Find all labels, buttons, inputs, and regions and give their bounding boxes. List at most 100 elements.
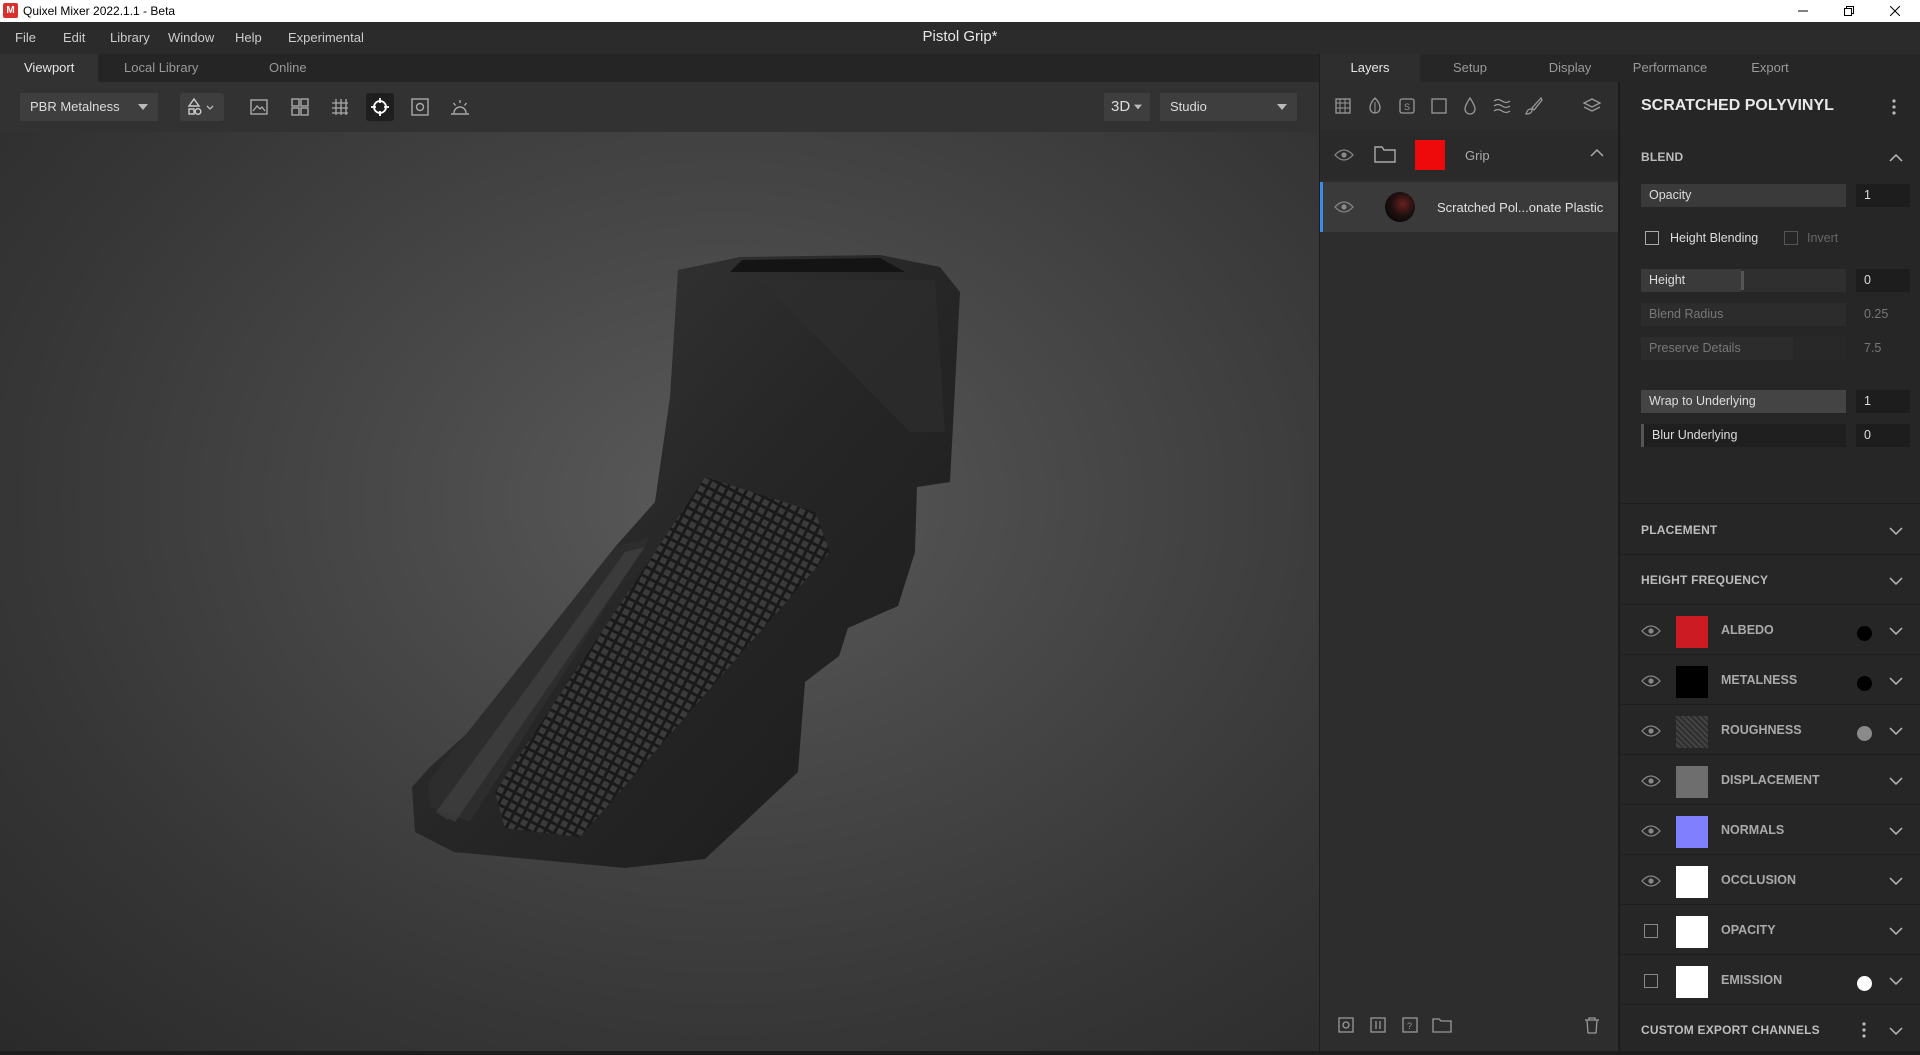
shapes-dropdown[interactable]	[180, 93, 224, 121]
eye-icon[interactable]	[1641, 824, 1661, 838]
layer-folder-grip[interactable]: Grip	[1320, 130, 1618, 180]
tab-viewport[interactable]: Viewport	[0, 54, 99, 82]
eye-icon[interactable]	[1641, 874, 1661, 888]
channel-enable-checkbox[interactable]	[1644, 974, 1658, 988]
solid-layer-icon[interactable]	[1335, 98, 1351, 114]
wrap-to-underlying-value[interactable]: 1	[1856, 390, 1910, 413]
chevron-down-icon[interactable]	[1889, 976, 1903, 986]
blend-radius-value[interactable]: 0.25	[1856, 303, 1910, 326]
minimize-button[interactable]	[1780, 0, 1826, 22]
delete-layer-icon[interactable]	[1584, 1016, 1600, 1034]
channel-value-dot[interactable]	[1857, 626, 1872, 641]
chevron-down-icon[interactable]	[1889, 1026, 1903, 1036]
3d-viewport[interactable]	[0, 132, 1319, 1051]
tab-performance[interactable]: Performance	[1620, 54, 1720, 82]
close-button[interactable]	[1872, 0, 1918, 22]
opacity-slider[interactable]: Opacity	[1641, 184, 1846, 207]
placement-section-title: PLACEMENT	[1641, 523, 1718, 537]
drop-icon[interactable]	[1463, 97, 1477, 115]
custom-export-channels-section[interactable]: CUSTOM EXPORT CHANNELS	[1620, 1005, 1920, 1055]
shading-mode-dropdown[interactable]: PBR Metalness	[20, 93, 158, 121]
tab-export[interactable]: Export	[1720, 54, 1820, 82]
chevron-up-icon[interactable]	[1590, 148, 1604, 158]
eye-icon[interactable]	[1334, 148, 1354, 162]
chevron-down-icon[interactable]	[1889, 826, 1903, 836]
chevron-down-icon[interactable]	[1889, 726, 1903, 736]
chevron-down-icon[interactable]	[1889, 776, 1903, 786]
add-mask-unknown-icon[interactable]: ?	[1402, 1017, 1418, 1033]
frame-toggle-button[interactable]	[406, 93, 434, 121]
eye-icon[interactable]	[1641, 724, 1661, 738]
channel-roughness[interactable]: ROUGHNESS	[1620, 705, 1920, 755]
channel-normals[interactable]: NORMALS	[1620, 805, 1920, 855]
eye-icon[interactable]	[1641, 624, 1661, 638]
channel-color-swatch[interactable]	[1676, 866, 1708, 898]
channel-value-dot[interactable]	[1857, 676, 1872, 691]
invert-checkbox[interactable]	[1784, 231, 1798, 245]
chevron-down-icon[interactable]	[1889, 676, 1903, 686]
height-value[interactable]: 0	[1856, 269, 1910, 292]
height-blending-checkbox[interactable]	[1645, 231, 1659, 245]
new-folder-icon[interactable]	[1432, 1017, 1452, 1033]
blend-radius-slider[interactable]: Blend Radius	[1641, 303, 1846, 326]
chevron-down-icon[interactable]	[1889, 926, 1903, 936]
layers-stack-icon[interactable]	[1583, 97, 1601, 115]
channel-value-dot[interactable]	[1857, 976, 1872, 991]
environment-dropdown[interactable]: Studio	[1160, 93, 1297, 121]
brush-icon[interactable]	[1525, 97, 1543, 115]
chevron-down-icon[interactable]	[1889, 526, 1903, 536]
chevron-down-icon[interactable]	[1889, 576, 1903, 586]
channel-color-swatch[interactable]	[1676, 666, 1708, 698]
channel-color-swatch[interactable]	[1676, 916, 1708, 948]
crosshair-toggle-button[interactable]	[366, 93, 394, 121]
channel-color-swatch[interactable]	[1676, 966, 1708, 998]
channel-displacement[interactable]: DISPLACEMENT	[1620, 755, 1920, 805]
chevron-up-icon[interactable]	[1889, 153, 1903, 163]
opacity-value[interactable]: 1	[1856, 184, 1910, 207]
eye-icon[interactable]	[1641, 674, 1661, 688]
chevron-down-icon[interactable]	[1889, 626, 1903, 636]
placement-section[interactable]: PLACEMENT	[1620, 505, 1920, 555]
tab-online[interactable]: Online	[245, 54, 331, 82]
chevron-down-icon[interactable]	[1889, 876, 1903, 886]
preserve-details-value[interactable]: 7.5	[1856, 337, 1910, 360]
view-mode-dropdown[interactable]: 3D	[1104, 93, 1150, 121]
channel-color-swatch[interactable]	[1676, 816, 1708, 848]
tab-local-library[interactable]: Local Library	[100, 54, 222, 82]
add-mask-stack-icon[interactable]	[1370, 1017, 1386, 1033]
image-view-button[interactable]	[245, 93, 273, 121]
preserve-details-slider[interactable]: Preserve Details	[1641, 337, 1846, 360]
smart-material-icon[interactable]: S	[1399, 98, 1415, 114]
channel-color-swatch[interactable]	[1676, 616, 1708, 648]
more-options-icon[interactable]	[1861, 1021, 1867, 1039]
tab-layers[interactable]: Layers	[1320, 54, 1420, 82]
eye-icon[interactable]	[1641, 774, 1661, 788]
channel-albedo[interactable]: ALBEDO	[1620, 605, 1920, 655]
grid-toggle-button[interactable]	[326, 93, 354, 121]
fill-layer-icon[interactable]	[1431, 98, 1447, 114]
tab-display[interactable]: Display	[1520, 54, 1620, 82]
restore-button[interactable]	[1826, 0, 1872, 22]
channel-opacity[interactable]: OPACITY	[1620, 905, 1920, 955]
lighting-toggle-button[interactable]	[446, 93, 474, 121]
eye-icon[interactable]	[1334, 200, 1354, 214]
channel-metalness[interactable]: METALNESS	[1620, 655, 1920, 705]
channel-emission[interactable]: EMISSION	[1620, 955, 1920, 1005]
channel-value-dot[interactable]	[1857, 726, 1872, 741]
wrap-to-underlying-slider[interactable]: Wrap to Underlying	[1641, 390, 1846, 413]
surface-layer-icon[interactable]	[1367, 97, 1383, 115]
channel-occlusion[interactable]: OCCLUSION	[1620, 855, 1920, 905]
grid-layout-button[interactable]	[286, 93, 314, 121]
blur-underlying-value[interactable]: 0	[1856, 424, 1910, 447]
channel-color-swatch[interactable]	[1676, 716, 1708, 748]
layer-surface-scratched[interactable]: Scratched Pol...onate Plastic	[1320, 182, 1618, 232]
height-frequency-section[interactable]: HEIGHT FREQUENCY	[1620, 555, 1920, 605]
wave-icon[interactable]	[1493, 98, 1511, 114]
blur-underlying-slider[interactable]: Blur Underlying	[1641, 424, 1846, 447]
tab-setup[interactable]: Setup	[1420, 54, 1520, 82]
more-options-icon[interactable]	[1891, 98, 1897, 116]
height-slider[interactable]: Height	[1641, 269, 1846, 292]
add-mask-icon[interactable]	[1338, 1017, 1354, 1033]
channel-enable-checkbox[interactable]	[1644, 924, 1658, 938]
channel-color-swatch[interactable]	[1676, 766, 1708, 798]
